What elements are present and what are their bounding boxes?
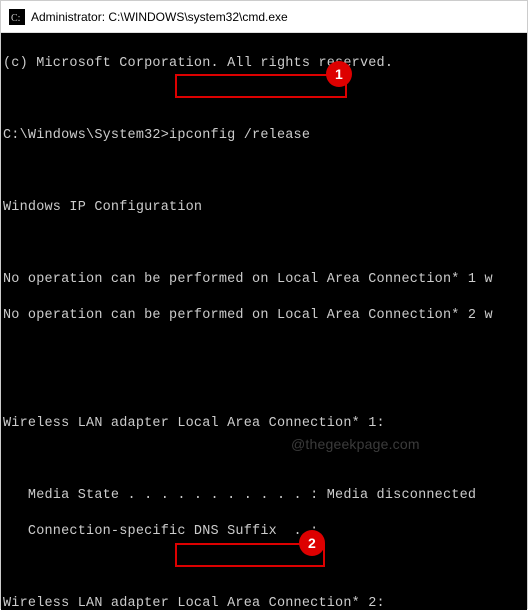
prompt-path: C:\Windows\System32> — [3, 128, 169, 143]
command-1: ipconfig /release — [169, 128, 310, 143]
adapter-heading: Wireless LAN adapter Local Area Connecti… — [3, 595, 525, 610]
ip-config-header: Windows IP Configuration — [3, 199, 525, 217]
window-titlebar: C: Administrator: C:\WINDOWS\system32\cm… — [1, 1, 527, 33]
media-state-line: Media State . . . . . . . . . . . : Medi… — [3, 487, 525, 505]
callout-badge-1: 1 — [326, 61, 352, 87]
copyright-line: (c) Microsoft Corporation. All rights re… — [3, 55, 525, 73]
prompt-line-1: C:\Windows\System32>ipconfig /release — [3, 127, 525, 145]
no-op-line: No operation can be performed on Local A… — [3, 307, 525, 325]
no-op-line: No operation can be performed on Local A… — [3, 271, 525, 289]
svg-text:C:: C: — [11, 13, 20, 24]
callout-badge-2: 2 — [299, 530, 325, 556]
dns-suffix-line: Connection-specific DNS Suffix . : — [3, 523, 525, 541]
adapter-heading: Wireless LAN adapter Local Area Connecti… — [3, 415, 525, 433]
window-title: Administrator: C:\WINDOWS\system32\cmd.e… — [31, 10, 288, 24]
terminal-output[interactable]: (c) Microsoft Corporation. All rights re… — [1, 33, 527, 610]
cmd-icon: C: — [9, 9, 25, 25]
watermark-text: @thegeekpage.com — [291, 435, 420, 453]
